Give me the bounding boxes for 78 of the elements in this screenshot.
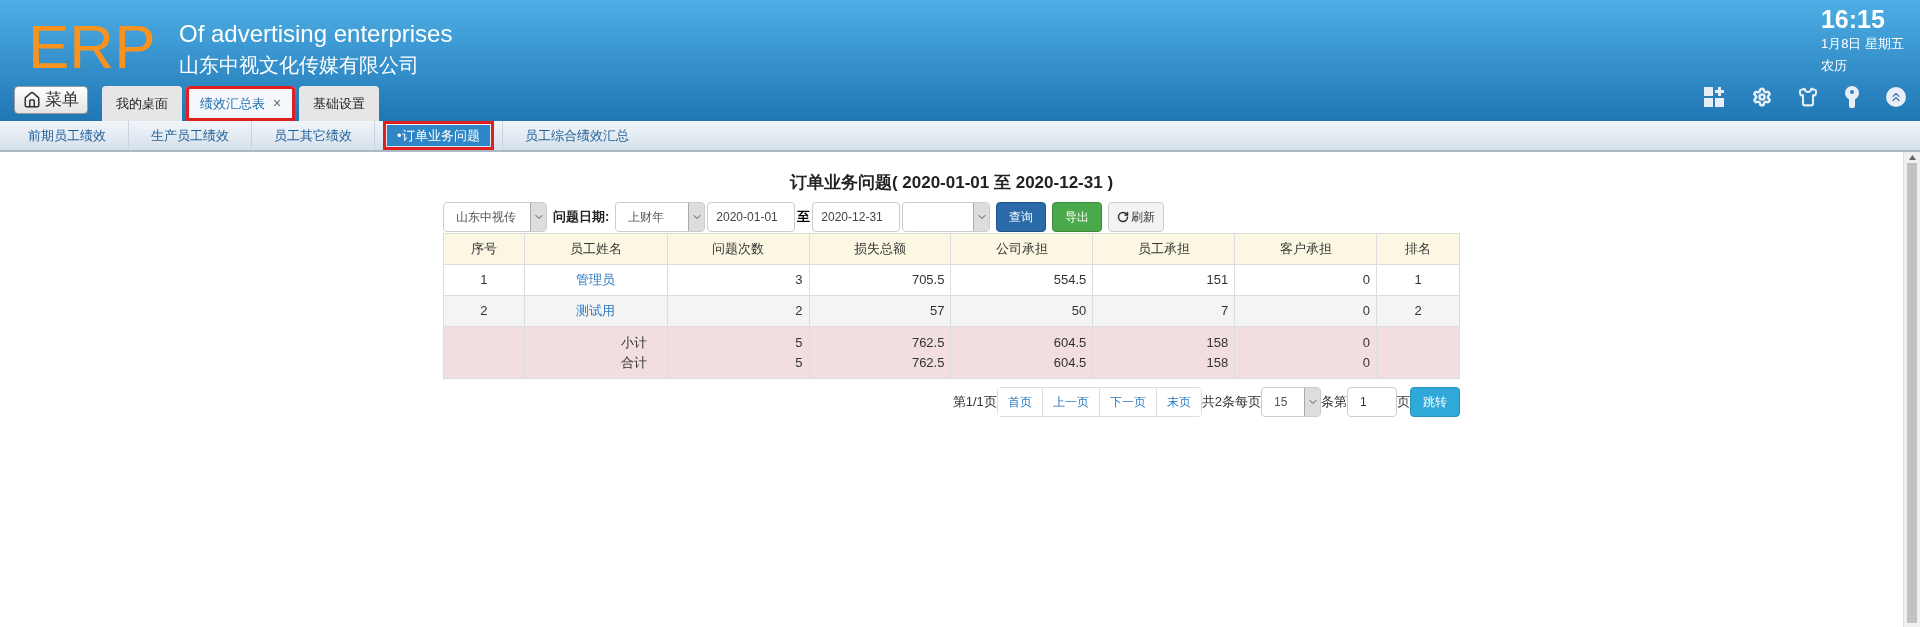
clock-date: 1月8日 星期五 — [1820, 35, 1904, 53]
scroll-up-arrow-icon[interactable] — [1908, 155, 1916, 160]
table-cell: 50 — [950, 295, 1093, 327]
column-header: 员工姓名 — [524, 233, 668, 265]
subtab[interactable]: 生产员工绩效 — [137, 121, 243, 150]
table-cell: 2 — [1376, 295, 1460, 327]
total-value: 5 — [795, 354, 803, 370]
total-value: 158 — [1206, 354, 1229, 370]
column-header: 问题次数 — [667, 233, 810, 265]
logo-text: ERP — [28, 12, 157, 82]
add-widget-icon[interactable] — [1704, 87, 1726, 107]
table-cell: 0 — [1234, 264, 1377, 296]
table-cell: 2 — [667, 295, 810, 327]
table-cell: 57 — [809, 295, 951, 327]
shirt-icon[interactable] — [1798, 87, 1818, 107]
page-size-select[interactable]: 15 — [1261, 387, 1321, 417]
column-header: 员工承担 — [1092, 233, 1235, 265]
menu-button[interactable]: 菜单 — [14, 86, 88, 114]
refresh-icon — [1117, 211, 1130, 223]
query-button[interactable]: 查询 — [996, 202, 1047, 232]
page-unit-label: 条第 — [1321, 393, 1347, 412]
tab[interactable]: 基础设置 — [299, 86, 380, 121]
collapse-header-icon[interactable] — [1886, 87, 1906, 107]
table-cell: 554.5 — [950, 264, 1093, 296]
column-header: 客户承担 — [1234, 233, 1377, 265]
pager-button[interactable]: 末页 — [1155, 388, 1201, 416]
report-title: 订单业务问题( 2020-01-01 至 2020-12-31 ) — [789, 172, 1114, 194]
company-name: 山东中视文化传媒有限公司 — [179, 53, 420, 78]
app-title: Of advertising enterprises — [179, 19, 453, 49]
company-select[interactable]: 山东中视传 — [443, 202, 547, 232]
total-value: 0 — [1362, 335, 1370, 350]
column-header: 序号 — [443, 233, 525, 265]
total-value: 762.5 — [911, 354, 945, 370]
table-cell: 0 — [1234, 295, 1377, 327]
table-cell: 2 — [443, 295, 525, 327]
subtab[interactable]: 前期员工绩效 — [14, 121, 120, 150]
total-value: 762.5 — [911, 335, 945, 350]
refresh-button[interactable]: 刷新 — [1108, 202, 1165, 232]
period-select[interactable]: 上财年 — [615, 202, 706, 232]
date-label: 问题日期: — [552, 208, 611, 227]
table-cell: 7 — [1092, 295, 1235, 327]
page-suffix-label: 页 — [1397, 393, 1410, 412]
home-icon — [23, 91, 41, 109]
total-value: 604.5 — [1053, 354, 1087, 370]
page-number-field[interactable]: 1 — [1347, 387, 1397, 417]
table-cell: 151 — [1092, 264, 1235, 296]
table-cell: 1 — [1376, 264, 1460, 296]
end-date-field[interactable]: 2020-12-31 — [812, 202, 901, 232]
clock-time: 16:15 — [1820, 4, 1886, 34]
total-value: 5 — [795, 335, 803, 350]
table-cell: 1 — [443, 264, 525, 296]
column-header: 损失总额 — [809, 233, 951, 265]
tab[interactable]: 我的桌面 — [102, 86, 182, 121]
total-value: 604.5 — [1053, 335, 1087, 350]
lunar-calendar-label: 农历 — [1820, 57, 1848, 75]
scrollbar[interactable] — [1903, 152, 1920, 627]
subtab[interactable]: 员工综合绩效汇总 — [510, 121, 643, 150]
to-label: 至 — [797, 208, 811, 227]
employee-link[interactable]: 管理员 — [524, 264, 668, 296]
key-icon[interactable] — [1844, 86, 1860, 108]
total-value: 0 — [1362, 354, 1370, 370]
total-value: 合计 — [620, 354, 647, 370]
export-button[interactable]: 导出 — [1052, 202, 1103, 232]
tab[interactable]: 绩效汇总表 × — [186, 86, 296, 121]
settings-icon[interactable] — [1752, 87, 1772, 107]
table-cell: 3 — [667, 264, 810, 296]
subtab[interactable]: 员工其它绩效 — [260, 121, 366, 150]
table-cell: 705.5 — [809, 264, 951, 296]
column-header: 公司承担 — [950, 233, 1093, 265]
total-value: 小计 — [620, 335, 647, 350]
page-info: 第1/1页 — [952, 393, 997, 412]
total-value: 158 — [1206, 335, 1229, 350]
column-header: 排名 — [1376, 233, 1460, 265]
start-date-field[interactable]: 2020-01-01 — [707, 202, 796, 232]
total-count: 共2条每页 — [1201, 393, 1261, 412]
subtab[interactable]: •订单业务问题 — [383, 121, 494, 150]
employee-link[interactable]: 测试用 — [524, 295, 668, 327]
close-tab-icon[interactable]: × — [273, 93, 282, 114]
